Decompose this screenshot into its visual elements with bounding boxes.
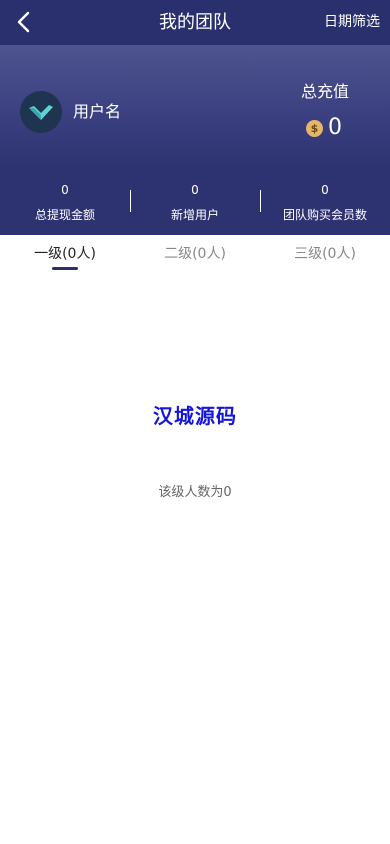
stat-value: 0: [321, 183, 329, 197]
back-button[interactable]: [8, 6, 40, 38]
stat-value: 0: [191, 183, 199, 197]
coin-icon: $: [306, 119, 323, 137]
stat-label: 总提现金额: [34, 208, 95, 222]
tab-label: 一级(0人): [34, 246, 96, 262]
tab-label: 二级(0人): [164, 246, 226, 262]
stats-row: 0 总提现金额 0 新增用户 0 团队购买会员数: [0, 170, 390, 235]
stat-new-users: 0 新增用户: [130, 170, 260, 235]
stat-total-withdrawal: 0 总提现金额: [0, 170, 130, 235]
stat-label: 团队购买会员数: [282, 208, 367, 222]
tab-level-1[interactable]: 一级(0人): [0, 235, 130, 275]
active-tab-indicator: [52, 267, 78, 270]
profile-header: 用户名 总充值 $ 0: [0, 45, 390, 170]
watermark-text: 汉城源码: [153, 404, 237, 428]
chevron-left-icon: [17, 11, 30, 33]
tab-level-2[interactable]: 二级(0人): [130, 235, 260, 275]
navbar: 我的团队 日期筛选: [0, 0, 390, 45]
tab-label: 三级(0人): [294, 246, 356, 262]
date-filter-button[interactable]: 日期筛选: [324, 0, 380, 45]
level-tabs: 一级(0人) 二级(0人) 三级(0人): [0, 235, 390, 275]
avatar-check-icon: [20, 91, 62, 133]
empty-state-text: 该级人数为0: [158, 485, 232, 500]
stat-value: 0: [61, 183, 69, 197]
total-recharge-label: 总充值: [300, 82, 349, 101]
username: 用户名: [73, 102, 122, 121]
total-recharge: $ 0: [306, 115, 342, 141]
total-recharge-value: 0: [328, 115, 342, 140]
tab-level-3[interactable]: 三级(0人): [260, 235, 390, 275]
avatar[interactable]: [20, 91, 62, 133]
stat-label: 新增用户: [170, 208, 219, 222]
stat-team-members: 0 团队购买会员数: [260, 170, 390, 235]
team-page: 我的团队 日期筛选 用户名 总充值 $ 0 0 总提现金额 0 新增用户 0 团…: [0, 0, 390, 844]
